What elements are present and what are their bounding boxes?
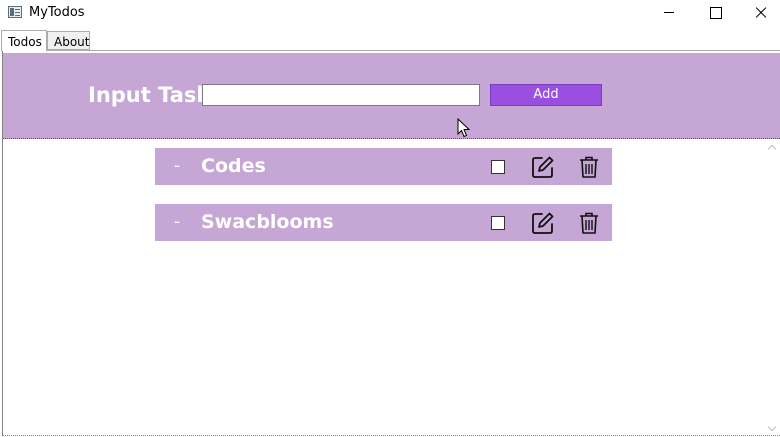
todo-item: - Swacblooms (155, 204, 612, 241)
tab-strip: About Todos (0, 28, 780, 52)
task-input[interactable] (202, 84, 480, 106)
todo-bullet: - (174, 156, 181, 176)
todo-bullet: - (174, 212, 181, 232)
done-checkbox[interactable] (491, 160, 505, 174)
todo-item: - Codes (155, 148, 612, 185)
trash-icon[interactable] (578, 155, 600, 179)
edit-icon[interactable] (531, 155, 555, 179)
app-icon (8, 6, 22, 18)
tab-about[interactable]: About (47, 31, 90, 50)
done-checkbox[interactable] (491, 216, 505, 230)
todo-title: Codes (201, 155, 266, 177)
minimize-icon[interactable] (645, 0, 691, 26)
vertical-scrollbar[interactable] (764, 140, 780, 435)
title-bar: MyTodos (0, 0, 780, 26)
trash-icon[interactable] (578, 211, 600, 235)
todo-title: Swacblooms (201, 211, 334, 233)
scroll-down-icon[interactable] (768, 424, 776, 432)
tab-todos[interactable]: Todos (1, 30, 47, 51)
edit-icon[interactable] (531, 211, 555, 235)
add-button[interactable]: Add (490, 84, 602, 106)
maximize-icon[interactable] (692, 0, 738, 26)
mouse-cursor-icon (457, 118, 471, 138)
close-icon[interactable] (738, 0, 780, 26)
window-title: MyTodos (29, 5, 85, 20)
scroll-up-icon[interactable] (768, 144, 776, 152)
input-task-label: Input Task (88, 83, 211, 107)
